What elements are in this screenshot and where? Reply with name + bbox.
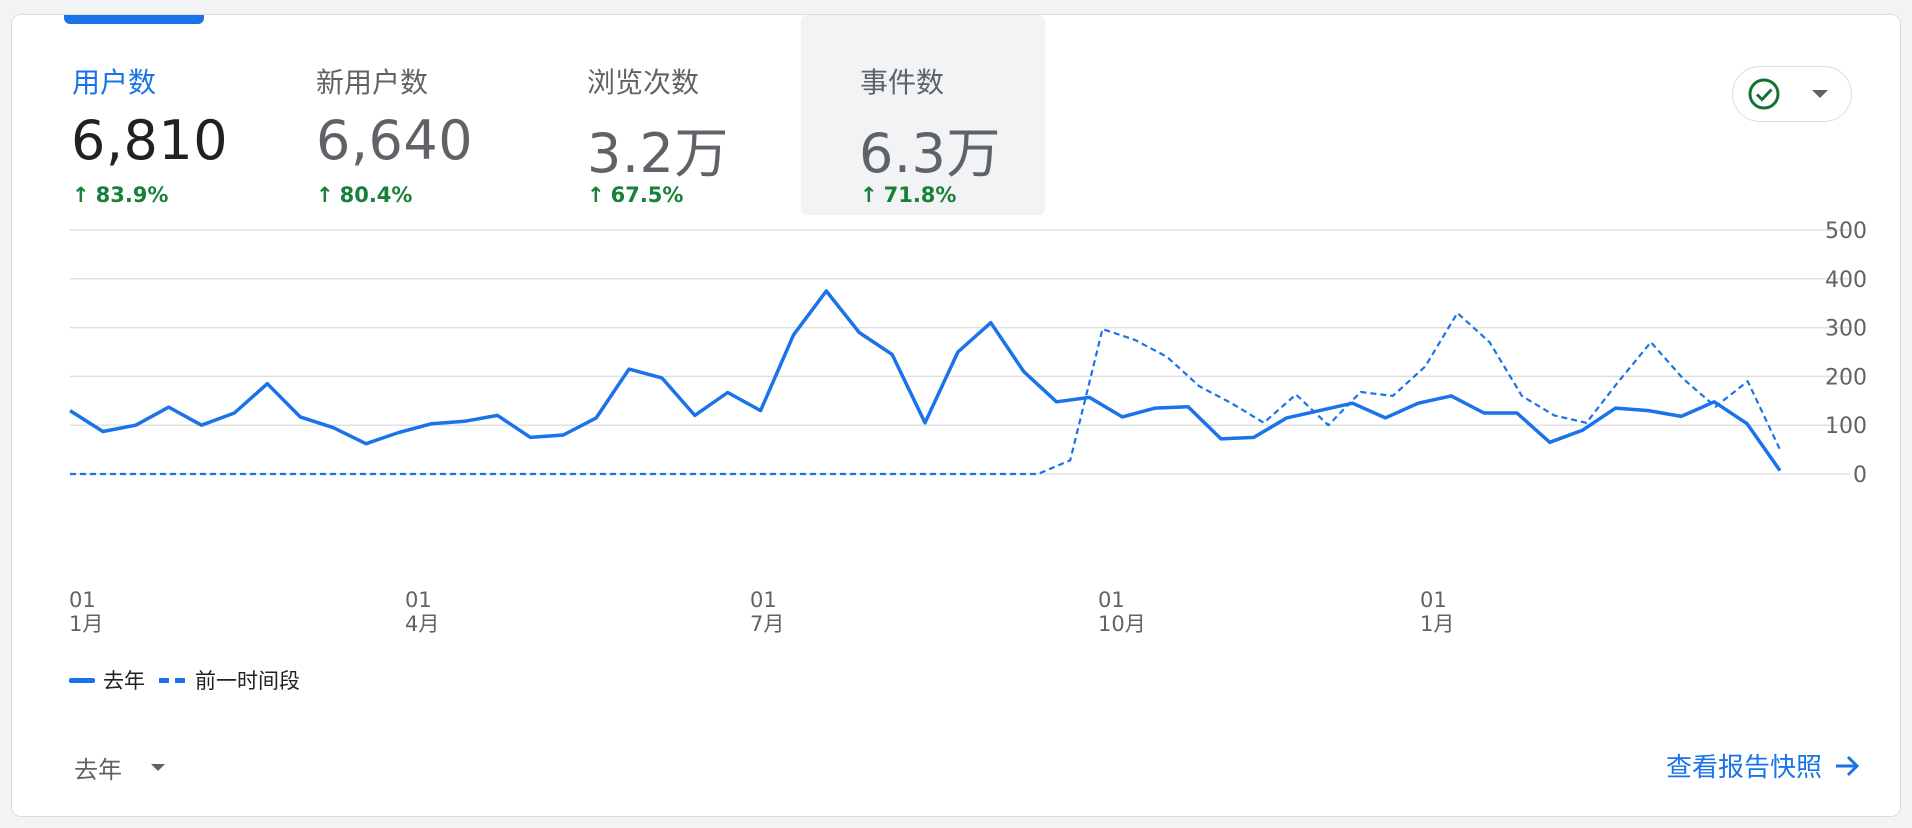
x-tick-month: 10月: [1098, 612, 1146, 636]
x-tick-month: 7月: [750, 612, 784, 636]
y-axis-ticks: 0 100 200 300 400 500: [1825, 219, 1867, 488]
x-tick-month: 1月: [1420, 612, 1454, 636]
x-tick: 014月: [405, 588, 439, 636]
x-tick: 011月: [69, 588, 103, 636]
x-tick-day: 01: [405, 588, 432, 612]
dashed-line-swatch: [159, 677, 187, 683]
y-tick-label: 500: [1825, 219, 1867, 244]
overview-card: 用户数 6,810 ↑ 83.9% 新用户数 6,640 ↑ 80.4% 浏览次数 …: [11, 14, 1901, 817]
series-line-current: [69, 289, 1782, 472]
y-tick-label: 100: [1825, 414, 1867, 439]
x-tick-day: 01: [1098, 588, 1125, 612]
x-tick-day: 01: [1420, 588, 1447, 612]
y-tick-label: 0: [1853, 463, 1867, 488]
legend-item-current[interactable]: 去年: [69, 665, 145, 695]
arrow-right-icon: [1836, 755, 1860, 776]
y-tick-label: 200: [1825, 365, 1867, 390]
chart-series: [69, 289, 1782, 476]
legend-label-previous: 前一时间段: [195, 669, 300, 693]
chevron-down-icon: [151, 763, 165, 771]
x-tick-day: 01: [750, 588, 777, 612]
series-line-previous: [70, 311, 1781, 476]
x-tick: 0110月: [1098, 588, 1146, 636]
x-tick-day: 01: [69, 588, 96, 612]
y-tick-label: 300: [1825, 317, 1867, 342]
view-report-snapshot-link[interactable]: 查看报告快照: [1666, 747, 1860, 784]
solid-line-swatch: [69, 677, 95, 683]
x-tick-month: 1月: [69, 612, 103, 636]
period-selected-label: 去年: [74, 755, 122, 784]
y-tick-label: 400: [1825, 268, 1867, 293]
x-axis-ticks: 011月014月017月0110月011月: [69, 588, 1454, 636]
x-tick-month: 4月: [405, 612, 439, 636]
line-chart: 0100200300400500 011月014月017月0110月011月: [69, 219, 1867, 636]
x-tick: 011月: [1420, 588, 1454, 636]
x-tick: 017月: [750, 588, 784, 636]
period-dropdown[interactable]: 去年: [74, 745, 166, 789]
legend-item-previous[interactable]: 前一时间段: [159, 665, 300, 695]
legend-label-current: 去年: [103, 669, 145, 693]
chart-legend: 去年 前一时间段: [69, 665, 314, 695]
report-link-label: 查看报告快照: [1665, 753, 1822, 783]
